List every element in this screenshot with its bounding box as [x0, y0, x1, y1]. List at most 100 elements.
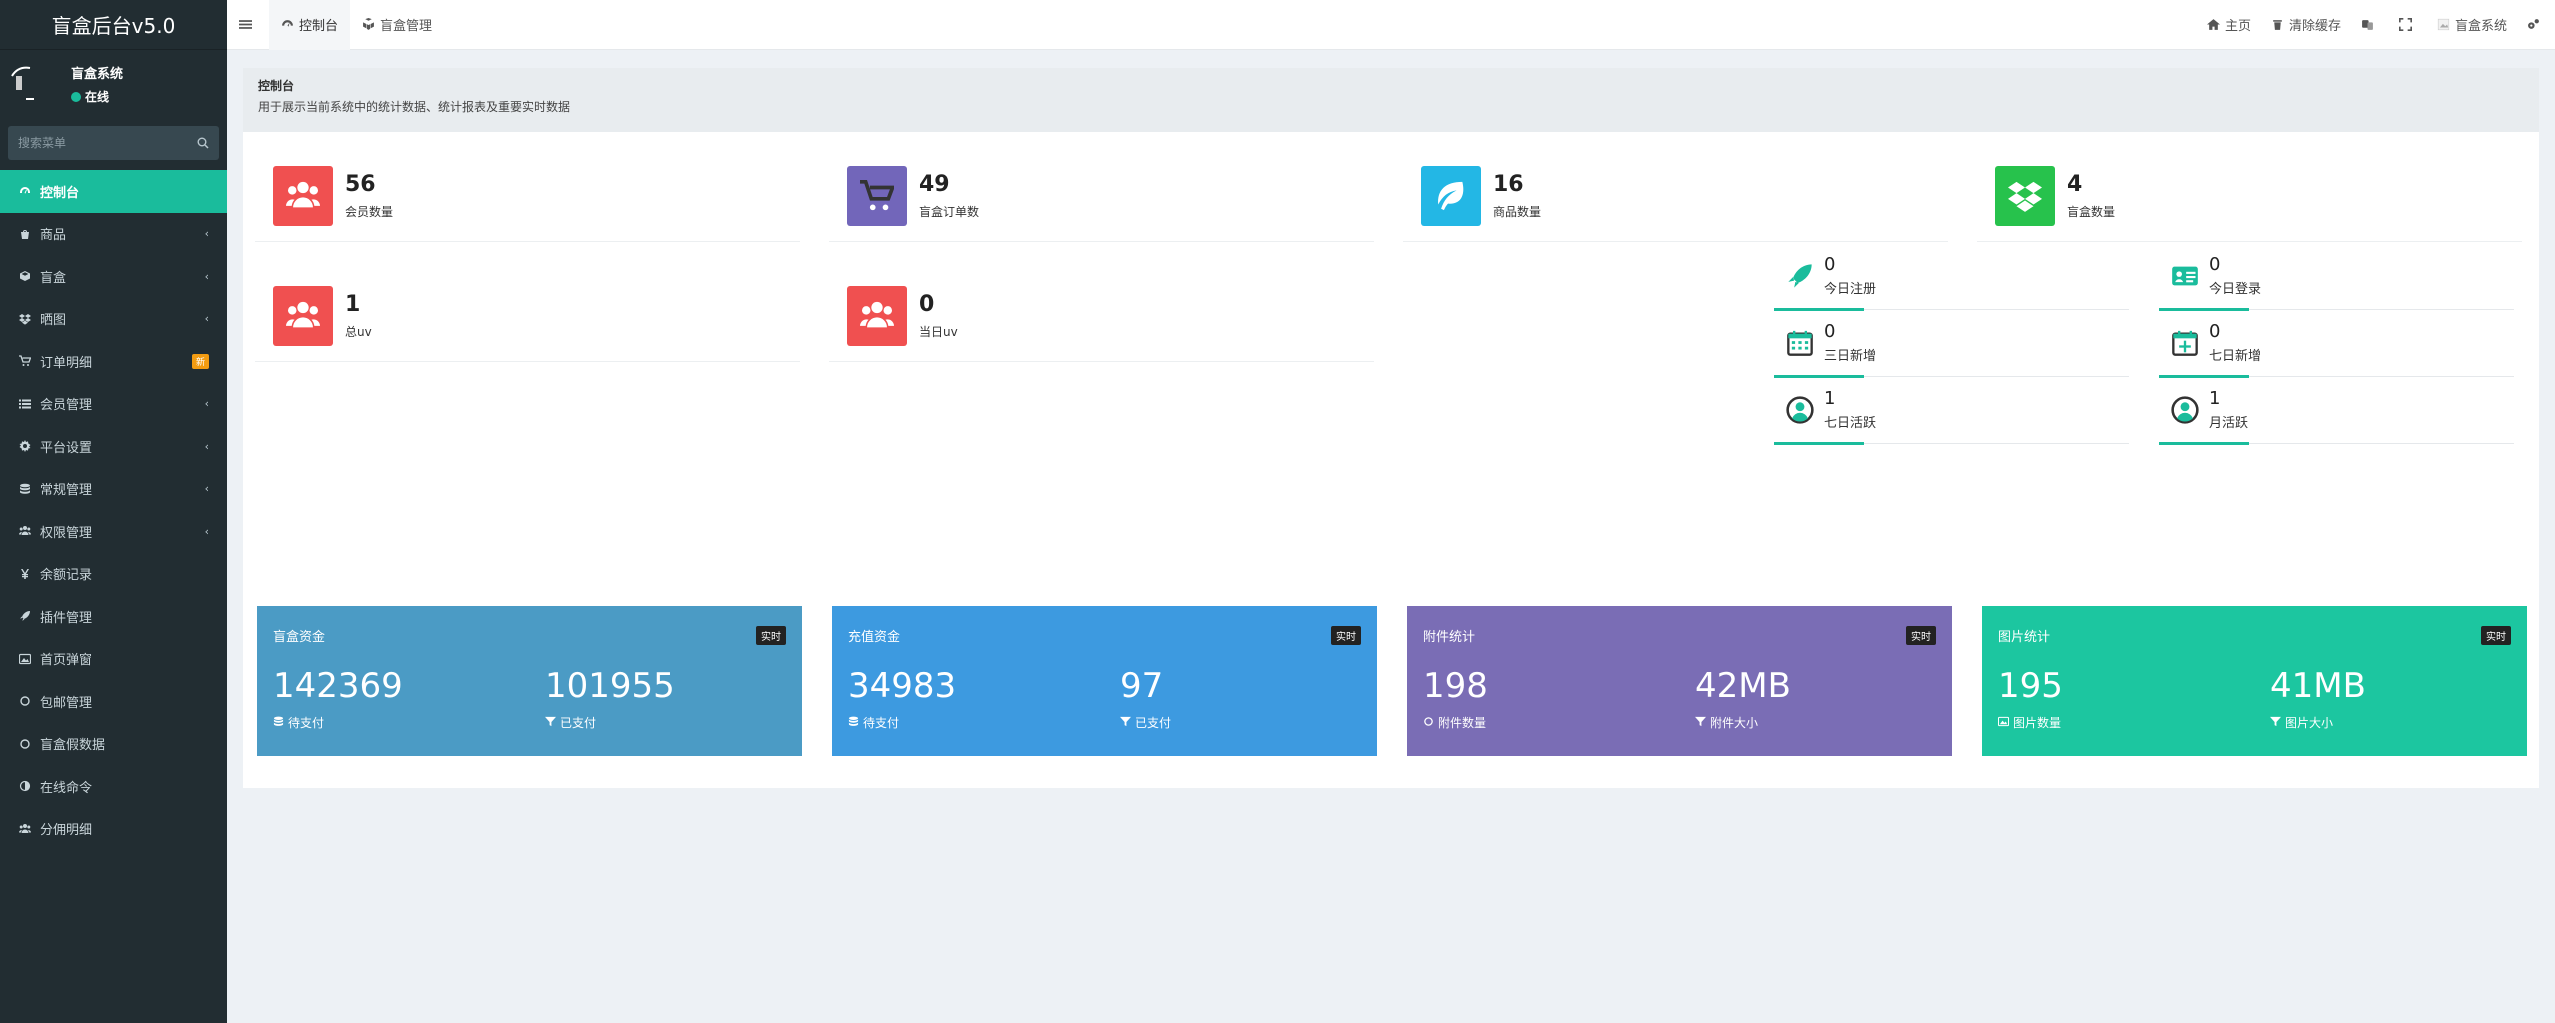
mini-stat-value: 1 [1824, 388, 1836, 409]
sidebar-item-2[interactable]: 盲盒 ‹ [0, 255, 227, 298]
chevron-left-icon: ‹ [204, 439, 209, 453]
card-primary-value: 198 [1423, 666, 1488, 706]
card-secondary-label-text: 附件大小 [1710, 716, 1759, 730]
mini-stat-value: 0 [1824, 321, 1836, 342]
calendar-icon [1786, 329, 1814, 357]
stat-value: 0 [919, 292, 935, 317]
card-primary-value: 195 [1998, 666, 2063, 706]
sidebar-item-12[interactable]: 包邮管理 [0, 680, 227, 723]
mini-stat-bar [2159, 442, 2249, 445]
dashboard-icon [282, 20, 293, 27]
sidebar-item-label: 平台设置 [40, 440, 93, 456]
stat-label: 盲盒订单数 [919, 205, 980, 219]
user-avatar [8, 62, 53, 107]
translate-button[interactable] [2351, 0, 2389, 50]
card-title: 盲盒资金 [273, 630, 326, 645]
card-title: 图片统计 [1998, 630, 2051, 645]
sidebar-item-label: 订单明细 [40, 355, 93, 371]
rocket-icon [18, 609, 32, 623]
stat-label: 商品数量 [1493, 205, 1542, 219]
sidebar-item-14[interactable]: 在线命令 [0, 765, 227, 808]
sidebar-item-label: 控制台 [40, 185, 80, 201]
mini-stat: 0 三日新增 [1774, 317, 2129, 378]
id-card-icon [2171, 262, 2199, 290]
sidebar-item-label: 商品 [40, 228, 67, 244]
sidebar-item-label: 分佣明细 [40, 823, 93, 839]
app-logo[interactable]: 盲盒后台v5.0 [0, 0, 227, 50]
clear-cache-button[interactable]: 清除缓存 [2261, 0, 2351, 50]
yen-icon [18, 567, 32, 581]
card-secondary-value: 97 [1120, 666, 1164, 706]
sidebar-item-6[interactable]: 平台设置 ‹ [0, 425, 227, 468]
sidebar-item-13[interactable]: 盲盒假数据 [0, 723, 227, 766]
sidebar-item-9[interactable]: 余额记录 [0, 553, 227, 596]
stat-label: 盲盒数量 [2067, 205, 2116, 219]
tab-dashboard-label: 控制台 [299, 19, 339, 34]
card-secondary-label: 已支付 [545, 714, 596, 731]
filter-icon [545, 716, 560, 730]
topbar: 控制台 盲盒管理 主页 清除缓存 盲盒系统 [227, 0, 2555, 50]
sidebar-item-15[interactable]: 分佣明细 [0, 808, 227, 851]
card-primary-label-text: 待支付 [863, 716, 900, 730]
card-primary-label: 附件数量 [1423, 714, 1486, 731]
language-icon [2362, 20, 2373, 30]
card-secondary-value: 42MB [1695, 666, 1791, 706]
users-icon [273, 286, 333, 346]
sidebar-item-label: 会员管理 [40, 398, 93, 414]
realtime-badge: 实时 [756, 626, 786, 645]
filter-icon [1695, 716, 1710, 730]
users-icon [18, 822, 32, 836]
sidebar-item-4[interactable]: 订单明细 新 [0, 340, 227, 383]
sidebar-item-3[interactable]: 晒图 ‹ [0, 298, 227, 341]
search-icon[interactable] [197, 137, 209, 149]
home-link-label: 主页 [2224, 19, 2251, 34]
card-primary-label: 图片数量 [1997, 714, 2062, 731]
tab-dashboard[interactable]: 控制台 [269, 0, 351, 50]
sidebar: 盲盒后台v5.0 盲盒系统 在线 控制台商品‹盲盒‹晒图‹订单明细新会员管理‹平… [0, 0, 227, 1023]
gears-icon [2528, 19, 2539, 29]
mini-stat-label: 月活跃 [2209, 416, 2249, 431]
card-secondary-label: 已支付 [1120, 714, 1171, 731]
sidebar-item-1[interactable]: 商品 ‹ [0, 213, 227, 256]
expand-icon [2398, 18, 2412, 31]
page-description: 用于展示当前系统中的统计数据、统计报表及重要实时数据 [258, 100, 571, 114]
card-secondary-label: 图片大小 [2270, 714, 2333, 731]
database-icon [273, 716, 288, 730]
cubes-icon [363, 18, 374, 30]
sidebar-search-input[interactable] [18, 136, 178, 150]
user-status-text: 在线 [85, 90, 110, 104]
leaf-icon [1421, 166, 1481, 226]
realtime-badge: 实时 [1906, 626, 1936, 645]
sidebar-search [8, 126, 219, 160]
summary-card: 充值资金 实时 34983 待支付 97 已支付 [832, 606, 1377, 756]
clear-cache-label: 清除缓存 [2288, 19, 2341, 34]
sidebar-item-5[interactable]: 会员管理 ‹ [0, 383, 227, 426]
mini-stat-bar [2159, 375, 2249, 378]
chevron-left-icon: ‹ [204, 312, 209, 326]
settings-button[interactable] [2517, 0, 2555, 50]
card-secondary-label-text: 已支付 [560, 716, 597, 730]
sidebar-item-0[interactable]: 控制台 [0, 170, 227, 213]
user-menu[interactable]: 盲盒系统 [2427, 0, 2517, 50]
fullscreen-button[interactable] [2389, 0, 2427, 50]
sidebar-item-8[interactable]: 权限管理 ‹ [0, 510, 227, 553]
mini-stat-label: 七日新增 [2209, 349, 2262, 364]
sidebar-item-11[interactable]: 首页弹窗 [0, 638, 227, 681]
copy-icon [1423, 716, 1438, 730]
stat-card: 16 商品数量 [1403, 132, 1948, 242]
summary-card: 附件统计 实时 198 附件数量 42MB 附件大小 [1407, 606, 1952, 756]
tab-blindbox-manage-label: 盲盒管理 [380, 19, 433, 34]
user-panel: 盲盒系统 在线 [0, 50, 227, 118]
mini-stat: 0 七日新增 [2159, 317, 2514, 378]
card-primary-label-text: 图片数量 [2013, 716, 2062, 730]
mini-stat-value: 1 [2209, 388, 2221, 409]
stat-label: 会员数量 [345, 205, 394, 219]
chevron-left-icon: ‹ [204, 227, 209, 241]
stat-label: 总uv [345, 325, 372, 339]
sidebar-item-10[interactable]: 插件管理 [0, 595, 227, 638]
menu-toggle-button[interactable] [227, 0, 269, 50]
tab-blindbox-manage[interactable]: 盲盒管理 [350, 0, 444, 50]
sidebar-item-7[interactable]: 常规管理 ‹ [0, 468, 227, 511]
home-link[interactable]: 主页 [2197, 0, 2261, 50]
sidebar-menu: 控制台 商品 ‹ 盲盒 ‹ 晒图 ‹ 订单明细 新会员管理 ‹ 平台设置 ‹ 常规管理 ‹ 权限管理 ‹ 余额记… [0, 170, 227, 850]
